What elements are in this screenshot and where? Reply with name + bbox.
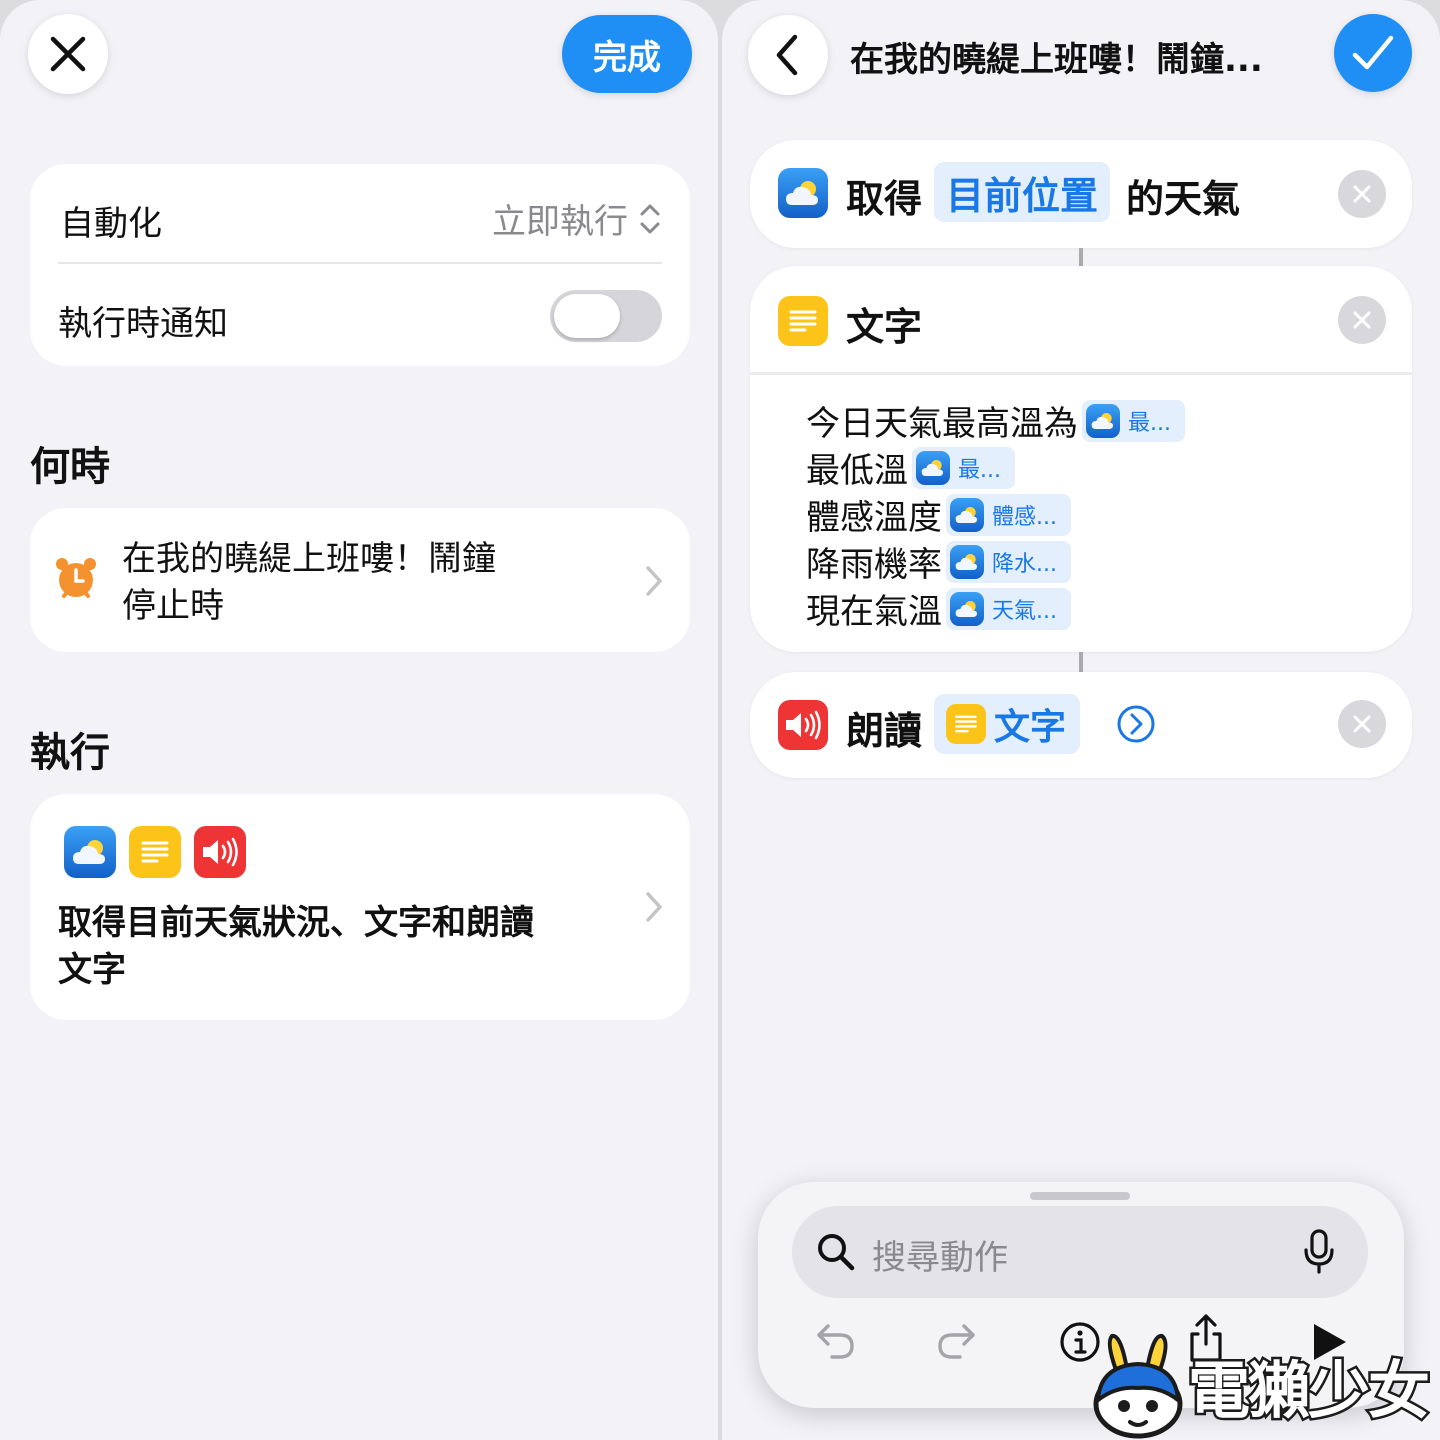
weather-icon bbox=[950, 591, 984, 626]
weather-icon bbox=[778, 168, 828, 218]
chevron-right-icon bbox=[646, 566, 662, 596]
actions-summary-line-2: 文字 bbox=[58, 950, 126, 990]
actions-summary-card[interactable]: 取得目前天氣狀況、文字和朗讀 文字 bbox=[30, 794, 690, 1020]
close-icon bbox=[1353, 715, 1371, 733]
weather-icon bbox=[916, 450, 950, 485]
text-icon bbox=[129, 826, 181, 878]
variable-token[interactable]: 降水... bbox=[946, 540, 1071, 583]
speak-action[interactable]: 朗讀 文字 bbox=[750, 672, 1412, 778]
close-icon bbox=[1353, 311, 1371, 329]
text-line[interactable]: 最低溫 最... bbox=[806, 443, 1015, 492]
when-section-title: 何時 bbox=[30, 444, 110, 490]
weather-icon bbox=[950, 497, 984, 532]
variable-token[interactable]: 天氣... bbox=[946, 587, 1071, 630]
notify-label: 執行時通知 bbox=[58, 304, 228, 344]
trigger-card[interactable]: 在我的曉緹上班嘍！鬧鐘 停止時 bbox=[30, 508, 690, 652]
run-mode-value: 立即執行 bbox=[492, 202, 628, 242]
run-section-title: 執行 bbox=[30, 730, 110, 776]
chevron-left-icon bbox=[776, 34, 798, 76]
remove-action-button[interactable] bbox=[1338, 170, 1386, 218]
weather-icon bbox=[1086, 403, 1120, 438]
actions-summary-line-1: 取得目前天氣狀況、文字和朗讀 bbox=[58, 903, 534, 943]
text-line-label: 現在氣溫 bbox=[806, 592, 942, 632]
text-line-label: 今日天氣最高溫為 bbox=[806, 404, 1078, 444]
text-parameter[interactable]: 文字 bbox=[934, 694, 1081, 754]
text-line[interactable]: 今日天氣最高溫為 最... bbox=[806, 396, 1185, 445]
trigger-line-2: 停止時 bbox=[122, 586, 224, 626]
speak-icon bbox=[194, 826, 246, 878]
text-line-label: 降雨機率 bbox=[806, 545, 942, 585]
text-line-label: 體感溫度 bbox=[806, 498, 942, 538]
weather-icon bbox=[950, 544, 984, 579]
automation-pane: 完成 自動化 立即執行 執行時通知 何時 在我的曉緹上班嘍！鬧鐘 停止時 執行 … bbox=[0, 0, 718, 1440]
confirm-button[interactable] bbox=[1334, 14, 1412, 92]
get-weather-verb: 取得 bbox=[846, 177, 923, 221]
search-icon bbox=[818, 1234, 855, 1271]
variable-token[interactable]: 體感... bbox=[946, 493, 1071, 536]
search-placeholder: 搜尋動作 bbox=[872, 1238, 1008, 1278]
shortcut-editor-pane: 在我的曉緹上班嘍！鬧鐘... 取得 目前位置 的天氣 文字 今日天氣最高溫為 最… bbox=[722, 0, 1440, 1440]
checkmark-icon bbox=[1352, 35, 1394, 70]
shortcut-title[interactable]: 在我的曉緹上班嘍！鬧鐘... bbox=[850, 32, 1263, 81]
text-icon bbox=[946, 704, 986, 744]
chevron-right-icon bbox=[646, 892, 662, 922]
remove-action-button[interactable] bbox=[1338, 296, 1386, 344]
speak-verb: 朗讀 bbox=[846, 709, 923, 753]
weather-icon bbox=[64, 826, 116, 878]
get-weather-action[interactable]: 取得 目前位置 的天氣 bbox=[750, 140, 1412, 248]
automation-label: 自動化 bbox=[60, 204, 162, 244]
text-line[interactable]: 現在氣溫 天氣... bbox=[806, 584, 1071, 633]
speak-icon bbox=[778, 700, 828, 750]
variable-token[interactable]: 最... bbox=[912, 446, 1015, 489]
watermark-text: 電獺少女 bbox=[1185, 1352, 1432, 1430]
back-button[interactable] bbox=[748, 15, 828, 95]
notify-toggle[interactable] bbox=[550, 290, 662, 342]
remove-action-button[interactable] bbox=[1338, 700, 1386, 748]
trigger-line-1: 在我的曉緹上班嘍！鬧鐘 bbox=[122, 539, 496, 579]
up-down-chevron-icon bbox=[640, 204, 660, 233]
mascot-logo-icon bbox=[1093, 1333, 1183, 1439]
divider bbox=[58, 262, 662, 264]
text-parameter-label: 文字 bbox=[994, 707, 1067, 748]
text-icon bbox=[778, 296, 828, 346]
text-action[interactable]: 文字 今日天氣最高溫為 最... 最低溫 最... 體感溫度 體感... 降雨機… bbox=[750, 266, 1412, 652]
sheet-grabber[interactable] bbox=[1030, 1192, 1130, 1200]
close-button[interactable] bbox=[28, 14, 108, 94]
get-weather-suffix: 的天氣 bbox=[1126, 177, 1241, 221]
location-parameter[interactable]: 目前位置 bbox=[934, 162, 1111, 222]
text-action-title: 文字 bbox=[846, 305, 923, 349]
watermark-logo: 電獺少女 bbox=[1090, 1320, 1440, 1440]
settings-card: 自動化 立即執行 執行時通知 bbox=[30, 164, 690, 366]
run-mode-select[interactable]: 立即執行 bbox=[492, 194, 662, 243]
close-icon bbox=[50, 36, 86, 72]
close-icon bbox=[1353, 185, 1371, 203]
expand-options-icon[interactable] bbox=[1116, 704, 1156, 744]
text-line-label: 最低溫 bbox=[806, 451, 908, 491]
alarm-clock-icon bbox=[56, 558, 96, 598]
action-connector bbox=[1079, 248, 1083, 266]
microphone-icon[interactable] bbox=[1302, 1228, 1336, 1276]
divider bbox=[750, 372, 1412, 375]
search-actions-field[interactable]: 搜尋動作 bbox=[792, 1206, 1368, 1298]
action-connector bbox=[1079, 652, 1083, 672]
text-line[interactable]: 體感溫度 體感... bbox=[806, 490, 1071, 539]
undo-icon[interactable] bbox=[814, 1318, 858, 1362]
done-button[interactable]: 完成 bbox=[562, 15, 692, 93]
text-line[interactable]: 降雨機率 降水... bbox=[806, 537, 1071, 586]
variable-token[interactable]: 最... bbox=[1082, 399, 1185, 442]
redo-icon[interactable] bbox=[934, 1318, 978, 1362]
